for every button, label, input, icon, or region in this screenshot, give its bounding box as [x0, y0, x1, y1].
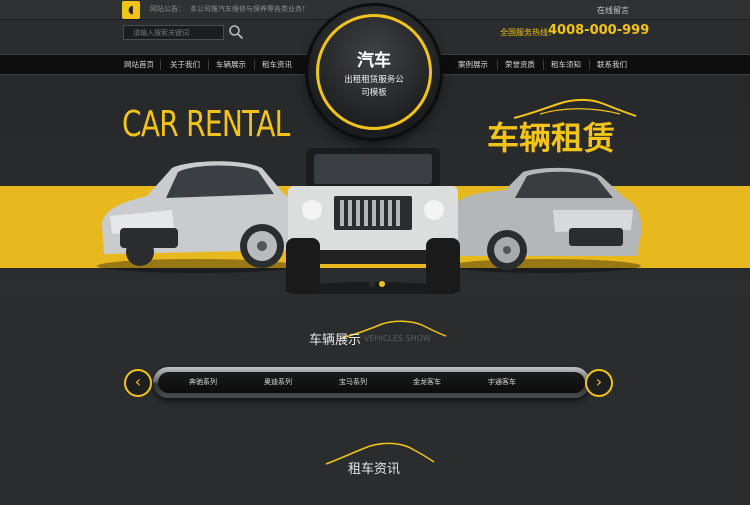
- slide-dot-2[interactable]: [379, 281, 385, 287]
- cadillac-sedan-image: [449, 167, 642, 273]
- nav-item-news[interactable]: 租车资讯: [258, 55, 296, 74]
- vehicles-section-title: 车辆展示: [309, 333, 362, 348]
- series-item-audi[interactable]: 奥迪系列: [264, 377, 292, 387]
- nav-item-contact[interactable]: 联系我们: [593, 55, 631, 74]
- nav-divider: [589, 59, 590, 70]
- next-arrow-button[interactable]: ›: [585, 369, 613, 397]
- series-item-benz[interactable]: 奔驰系列: [189, 377, 217, 387]
- hotline-number: 4008-000-999: [548, 23, 650, 38]
- vehicles-section-subtitle: VEHICLES SHOW: [364, 334, 431, 343]
- nav-item-cases[interactable]: 案例展示: [454, 55, 492, 74]
- banner-en-title: CAR RENTAL: [122, 104, 290, 145]
- banner-cn-title: 车辆租赁: [487, 119, 616, 157]
- logo-subtitle-line2: 司模板: [361, 88, 387, 98]
- search-icon[interactable]: [228, 24, 244, 40]
- nav-item-home[interactable]: 网站首页: [120, 55, 158, 74]
- nav-divider: [543, 59, 544, 70]
- nav-divider: [208, 59, 209, 70]
- chevron-right-icon: ›: [595, 372, 603, 391]
- announcement-icon: ◖: [122, 1, 140, 19]
- news-section-title: 租车资讯: [348, 462, 401, 477]
- nav-divider: [160, 59, 161, 70]
- nav-item-rental-notes[interactable]: 租车须知: [547, 55, 585, 74]
- notice-label: 网站公告：: [150, 5, 185, 13]
- online-message-link[interactable]: 在线留言: [597, 5, 629, 16]
- chevron-left-icon: ‹: [134, 372, 142, 391]
- series-item-kinglong[interactable]: 金龙客车: [413, 377, 441, 387]
- nav-item-vehicles[interactable]: 车辆展示: [212, 55, 250, 74]
- nav-item-about[interactable]: 关于我们: [166, 55, 204, 74]
- notice-text[interactable]: 本公司推汽车维修与保养等各类业务！: [190, 4, 309, 14]
- prev-arrow-button[interactable]: ‹: [124, 369, 152, 397]
- hummer-suv-image: [285, 148, 461, 294]
- series-carousel-track: [158, 372, 585, 393]
- slide-dot-1[interactable]: [369, 281, 375, 287]
- logo-ring: [316, 14, 432, 130]
- search-input[interactable]: [123, 25, 224, 40]
- series-item-yutong[interactable]: 宇通客车: [488, 377, 516, 387]
- logo-subtitle-line1: 出租租赁服务公: [344, 75, 404, 85]
- series-item-bmw[interactable]: 宝马系列: [339, 377, 367, 387]
- nav-divider: [497, 59, 498, 70]
- logo-title: 汽车: [357, 51, 391, 71]
- nav-divider: [254, 59, 255, 70]
- audi-sedan-image: [97, 161, 299, 273]
- nav-item-honors[interactable]: 荣誉资质: [501, 55, 539, 74]
